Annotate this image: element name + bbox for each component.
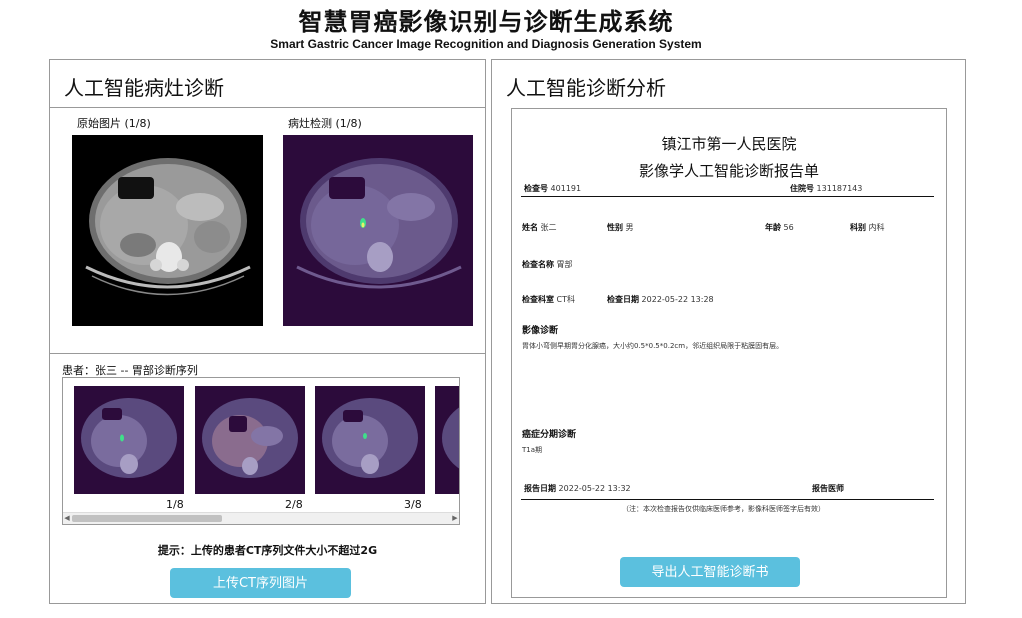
thumbnail-index: 2/8 — [285, 498, 303, 511]
panel-divider — [50, 353, 485, 354]
report-divider — [521, 196, 934, 197]
page-title: 智慧胃癌影像识别与诊断生成系统 — [298, 8, 674, 36]
report-title: 影像学人工智能诊断报告单 — [638, 162, 819, 180]
thumbnail-index: 1/8 — [166, 498, 184, 511]
exam-room: 检查科室 CT科 — [522, 295, 576, 304]
analysis-panel-title: 人工智能诊断分析 — [506, 76, 666, 100]
series-thumbnail[interactable] — [435, 386, 459, 494]
diagnosis-analysis-panel: 人工智能诊断分析 镇江市第一人民医院 影像学人工智能诊断报告单 检查号 4011… — [491, 59, 966, 604]
report-footnote: （注：本次检查报告仅供临床医师参考，影像科医师签字后有效） — [622, 505, 825, 513]
patient-name: 姓名 张二 — [522, 223, 557, 232]
upload-hint: 提示：上传的患者CT序列文件大小不超过2G — [157, 544, 378, 557]
department: 科别 内科 — [850, 223, 885, 232]
lesion-panel-title: 人工智能病灶诊断 — [64, 76, 224, 100]
upload-ct-button[interactable]: 上传CT序列图片 — [170, 568, 351, 598]
lesion-diagnosis-panel: 人工智能病灶诊断 原始图片 (1/8) 病灶检测 (1/8) 患者：张三 -- … — [49, 59, 486, 604]
export-report-button[interactable]: 导出人工智能诊断书 — [620, 557, 800, 587]
report-doctor: 报告医师 — [812, 484, 844, 493]
staging-label: 癌症分期诊断 — [522, 430, 577, 440]
original-image-caption: 原始图片 (1/8) — [77, 117, 151, 130]
lesion-detection-image[interactable] — [283, 135, 473, 326]
imaging-diagnosis-label: 影像诊断 — [522, 326, 559, 336]
staging-text: T1a期 — [522, 446, 543, 454]
series-thumbnail[interactable] — [195, 386, 305, 494]
scroll-right-icon[interactable]: ▶ — [451, 514, 459, 523]
admission-number: 住院号 131187143 — [790, 184, 863, 193]
original-ct-image[interactable] — [72, 135, 263, 326]
series-thumbnail[interactable] — [315, 386, 425, 494]
hospital-name: 镇江市第一人民医院 — [661, 135, 797, 153]
report-divider — [521, 499, 934, 500]
patient-sex: 性别 男 — [607, 223, 634, 232]
panel-divider — [50, 107, 485, 108]
report-date: 报告日期 2022-05-22 13:32 — [524, 484, 631, 493]
series-thumbnail[interactable] — [74, 386, 184, 494]
exam-name: 检查名称 胃部 — [522, 260, 573, 269]
scrollbar-thumb[interactable] — [72, 515, 222, 522]
page-subtitle: Smart Gastric Cancer Image Recognition a… — [270, 37, 702, 51]
thumbnail-index: 3/8 — [404, 498, 422, 511]
detection-image-caption: 病灶检测 (1/8) — [288, 117, 362, 130]
series-caption: 患者：张三 -- 胃部诊断序列 — [62, 364, 198, 377]
horizontal-scrollbar[interactable]: ◀ ▶ — [63, 512, 459, 524]
diagnosis-report: 镇江市第一人民医院 影像学人工智能诊断报告单 检查号 401191 住院号 13… — [511, 108, 947, 598]
patient-age: 年龄 56 — [765, 223, 794, 232]
scroll-left-icon[interactable]: ◀ — [63, 514, 71, 523]
exam-number: 检查号 401191 — [524, 184, 582, 193]
imaging-diagnosis-text: 胃体小弯侧早期胃分化腺癌，大小约0.5*0.5*0.2cm，邻近组织局限于粘膜固… — [522, 342, 784, 350]
exam-date: 检查日期 2022-05-22 13:28 — [607, 295, 714, 304]
ct-series-strip[interactable]: 1/8 2/8 3/8 ◀ ▶ — [62, 377, 460, 525]
